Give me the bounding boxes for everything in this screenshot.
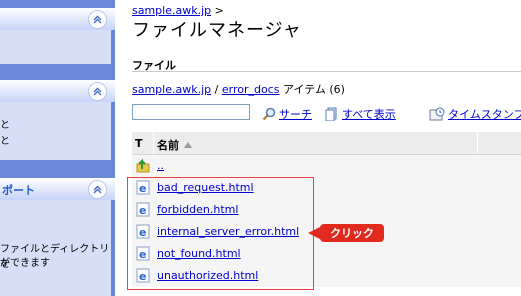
path-link-dir[interactable]: error_docs xyxy=(222,83,280,96)
show-all-button[interactable]: すべて表示 xyxy=(325,106,396,122)
filter-input[interactable] xyxy=(132,104,250,120)
sidebar-panel-2-body: と と xyxy=(0,102,111,160)
click-callout: クリック xyxy=(308,224,384,242)
callout-label: クリック xyxy=(320,224,384,242)
column-header-type[interactable]: T xyxy=(135,137,143,150)
path-link-root[interactable]: sample.awk.jp xyxy=(132,83,211,96)
show-all-icon xyxy=(325,107,337,121)
folder-up-icon xyxy=(136,158,151,176)
sort-ascending-icon xyxy=(184,142,192,148)
timestamp-button[interactable]: タイムスタンプ xyxy=(429,106,521,122)
sidebar-panel-2-header[interactable] xyxy=(0,80,115,102)
current-path: sample.awk.jp / error_docs アイテム (6) xyxy=(132,81,345,97)
column-divider xyxy=(153,132,154,154)
show-all-label[interactable]: すべて表示 xyxy=(342,106,396,122)
table-row[interactable]: .. xyxy=(132,155,521,178)
column-header-name-label[interactable]: 名前 xyxy=(157,137,179,153)
sidebar-panel-1-header[interactable] xyxy=(0,8,115,30)
table-header: T 名前 xyxy=(132,132,521,155)
item-count: アイテム (6) xyxy=(279,83,345,96)
collapse-icon[interactable] xyxy=(88,10,107,29)
highlight-box xyxy=(127,177,314,290)
timestamp-icon xyxy=(429,107,445,121)
sidebar-text: ができます xyxy=(0,258,50,269)
search-label[interactable]: サーチ xyxy=(279,106,312,122)
sidebar-panel-title: ポート xyxy=(2,184,35,197)
collapse-icon[interactable] xyxy=(88,82,107,101)
collapse-icon[interactable] xyxy=(88,180,107,199)
sidebar-text[interactable]: と xyxy=(0,132,10,147)
sidebar-panel-3-header[interactable]: ポート xyxy=(0,178,115,200)
file-toolbar: サーチ すべて表示 タイムスタンプ xyxy=(132,104,521,126)
sidebar-panel-1-body xyxy=(0,30,111,64)
section-divider xyxy=(132,71,521,72)
column-divider xyxy=(477,132,478,154)
path-separator: / xyxy=(211,83,222,96)
sidebar: と と ポート ファイルとディレクトリを ができます xyxy=(0,0,115,296)
page-title: ファイルマネージャ xyxy=(132,20,302,41)
timestamp-label[interactable]: タイムスタンプ xyxy=(448,106,521,122)
search-button[interactable]: サーチ xyxy=(262,106,312,122)
sidebar-text[interactable]: と xyxy=(0,116,10,131)
sidebar-panel-3-body: ファイルとディレクトリを ができます xyxy=(0,200,111,296)
column-header-name[interactable]: 名前 xyxy=(157,137,193,153)
parent-directory-link[interactable]: .. xyxy=(157,159,164,172)
search-icon xyxy=(262,107,276,121)
